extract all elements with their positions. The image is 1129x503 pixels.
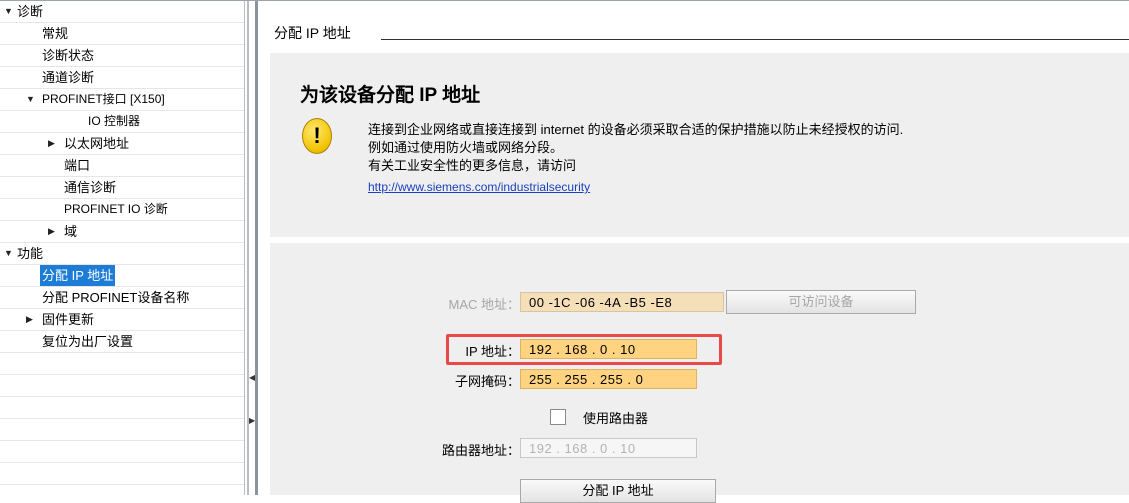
expand-arrow-icon[interactable]: ▶ (48, 221, 55, 242)
router-address-label: 路由器地址： (441, 443, 520, 458)
tree-label: 以太网地址 (64, 136, 130, 151)
tree-node-general[interactable]: 常规 (0, 23, 244, 45)
tree-node-functions[interactable]: ▼ 功能 (0, 243, 244, 265)
tree-empty-row (0, 463, 244, 485)
tree-node-assign-ip-address[interactable]: 分配 IP 地址 (0, 265, 244, 287)
subnet-mask-label: 子网掩码： (454, 374, 520, 389)
tree-label: 端口 (64, 158, 91, 173)
use-router-checkbox[interactable] (550, 409, 566, 425)
warning-text-line-2: 例如通过使用防火墙或网络分段。 (368, 140, 564, 155)
warning-text-line-1: 连接到企业网络或直接连接到 internet 的设备必须采取合适的保护措施以防止… (368, 122, 904, 137)
tree-node-firmware-update[interactable]: ▶ 固件更新 (0, 309, 244, 331)
tree-node-port[interactable]: 端口 (0, 155, 244, 177)
assign-ip-panel: 分配 IP 地址 为该设备分配 IP 地址 ! 连接到企业网络或直接连接到 in… (258, 1, 1129, 503)
tree-label: PROFINET接口 [X150] (42, 92, 165, 106)
ip-address-input[interactable]: 192 . 168 . 0 . 10 (520, 339, 697, 359)
diagnostics-tree: ▼ 诊断 常规 诊断状态 通道诊断 ▼ PROFINET接口 [X150] IO… (0, 1, 244, 495)
ip-address-label: IP 地址： (465, 344, 520, 359)
tree-node-communication-diagnostics[interactable]: 通信诊断 (0, 177, 244, 199)
tree-node-profinet-interface[interactable]: ▼ PROFINET接口 [X150] (0, 89, 244, 111)
warning-title: 为该设备分配 IP 地址 (300, 85, 481, 106)
tree-label: 域 (64, 224, 78, 239)
tree-node-assign-profinet-name[interactable]: 分配 PROFINET设备名称 (0, 287, 244, 309)
section-divider (381, 39, 1129, 40)
tree-empty-row (0, 441, 244, 463)
section-title: 分配 IP 地址 (274, 25, 351, 41)
tree-label: 通信诊断 (64, 180, 117, 195)
tree-label: 常规 (42, 26, 69, 41)
assign-ip-button[interactable]: 分配 IP 地址 (520, 479, 716, 503)
accessible-devices-button[interactable]: 可访问设备 (726, 290, 916, 314)
industrial-security-link[interactable]: http://www.siemens.com/industrialsecurit… (368, 180, 590, 194)
warning-exclamation-icon: ! (302, 118, 332, 154)
expand-arrow-icon[interactable]: ▶ (26, 309, 33, 330)
tree-empty-row (0, 353, 244, 375)
collapse-arrow-icon[interactable]: ▼ (26, 89, 35, 110)
ip-settings-form: MAC 地址： 00 -1C -06 -4A -B5 -E8 可访问设备 IP … (270, 243, 1129, 503)
tree-node-diagnostic-status[interactable]: 诊断状态 (0, 45, 244, 67)
tree-label: PROFINET IO 诊断 (64, 202, 168, 216)
tree-node-factory-reset[interactable]: 复位为出厂设置 (0, 331, 244, 353)
tree-node-domain[interactable]: ▶ 域 (0, 221, 244, 243)
tree-label: 固件更新 (42, 312, 95, 327)
router-address-input[interactable]: 192 . 168 . 0 . 10 (520, 438, 697, 458)
tree-node-io-controller[interactable]: IO 控制器 (0, 111, 244, 133)
tree-node-channel-diagnostics[interactable]: 通道诊断 (0, 67, 244, 89)
tree-label: 功能 (17, 246, 44, 261)
tree-label: 分配 PROFINET设备名称 (42, 290, 190, 305)
pane-splitter[interactable]: ◀ ▶ (244, 1, 259, 495)
tree-label: IO 控制器 (88, 114, 141, 128)
tree-label: 复位为出厂设置 (42, 334, 134, 349)
tree-node-diagnostics[interactable]: ▼ 诊断 (0, 1, 244, 23)
tree-label-selected: 分配 IP 地址 (40, 265, 116, 286)
warning-text-line-3: 有关工业安全性的更多信息，请访问 (368, 158, 577, 173)
expand-arrow-icon[interactable]: ▶ (48, 133, 55, 154)
mac-address-field: 00 -1C -06 -4A -B5 -E8 (520, 292, 724, 312)
tree-label: 诊断 (17, 4, 44, 19)
security-warning-box: 为该设备分配 IP 地址 ! 连接到企业网络或直接连接到 internet 的设… (270, 53, 1129, 237)
mac-address-label: MAC 地址： (448, 297, 520, 312)
collapse-arrow-icon[interactable]: ▼ (4, 1, 13, 22)
tree-node-ethernet-address[interactable]: ▶ 以太网地址 (0, 133, 244, 155)
tree-label: 诊断状态 (42, 48, 95, 63)
use-router-label: 使用路由器 (583, 411, 649, 426)
tree-label: 通道诊断 (42, 70, 95, 85)
tree-empty-row (0, 419, 244, 441)
tree-empty-row (0, 397, 244, 419)
subnet-mask-input[interactable]: 255 . 255 . 255 . 0 (520, 369, 697, 389)
collapse-arrow-icon[interactable]: ▼ (4, 243, 13, 264)
tree-node-profinet-io-diagnostics[interactable]: PROFINET IO 诊断 (0, 199, 244, 221)
tree-empty-row (0, 375, 244, 397)
